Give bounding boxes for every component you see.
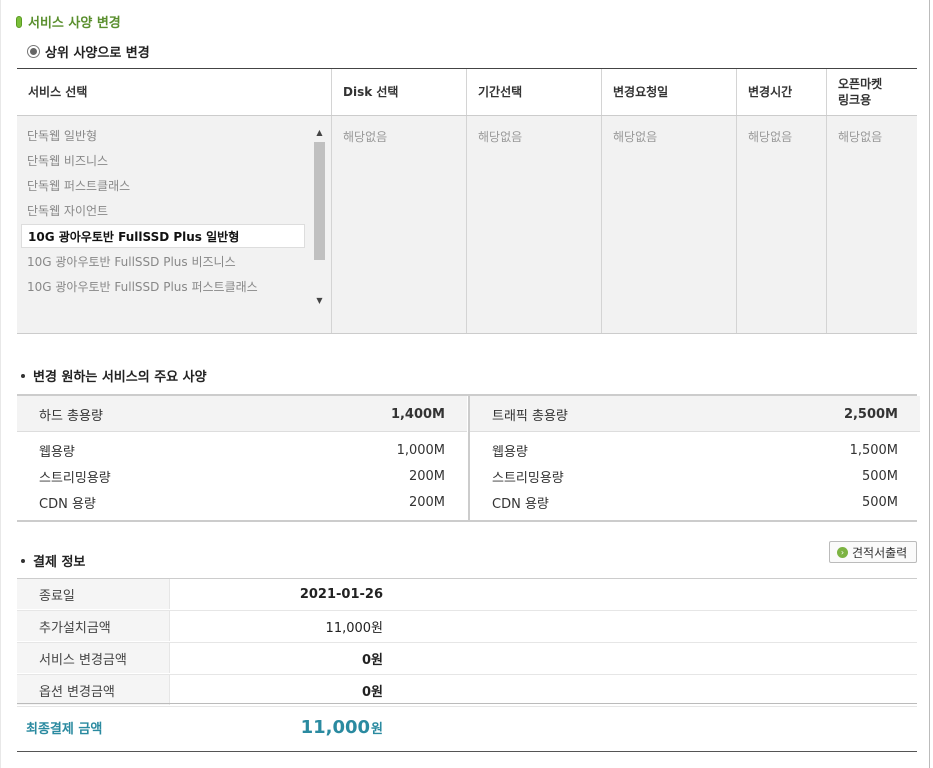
payment-value: 2021-01-26 <box>299 586 383 602</box>
scroll-up-icon[interactable]: ▲ <box>313 126 326 138</box>
period-column: 해당없음 <box>466 116 602 333</box>
final-payment-label: 최종결제 금액 <box>26 722 103 737</box>
print-estimate-label: 견적서출력 <box>852 545 908 560</box>
final-payment-amount: 11,000 원 <box>171 704 383 751</box>
payment-label: 추가설치금액 <box>17 611 170 641</box>
spec-label: 스트리밍용량 <box>492 470 564 486</box>
payment-table: 종료일 2021-01-26 추가설치금액 11,000원 서비스 변경금액 0… <box>17 578 917 707</box>
service-option[interactable]: 단독웹 일반형 <box>21 123 305 147</box>
spec-label: 스트리밍용량 <box>39 470 111 486</box>
service-option[interactable]: 10G 광아우토반 FullSSD Plus 퍼스트클래스 <box>21 274 305 298</box>
header-period-select: 기간선택 <box>466 69 601 115</box>
disk-spec-row: 웹용량 1,000M <box>17 438 467 462</box>
service-table-body: 단독웹 일반형 단독웹 비즈니스 단독웹 퍼스트클래스 단독웹 자이언트 10G… <box>17 116 917 334</box>
header-service-select: 서비스 선택 <box>28 85 88 99</box>
frame-left-border <box>0 0 1 768</box>
spec-value: 500M <box>861 494 898 510</box>
traffic-spec-row: CDN 용량 500M <box>470 490 920 514</box>
upgrade-radio-option[interactable]: 상위 사양으로 변경 <box>27 42 150 61</box>
section-title: 서비스 사양 변경 <box>16 12 121 31</box>
service-option[interactable]: 10G 광아우토반 FullSSD Plus 비즈니스 <box>21 249 305 273</box>
service-table-header: 서비스 선택 Disk 선택 기간선택 변경요청일 변경시간 오픈마켓 링크용 <box>17 69 917 116</box>
service-option-selected[interactable]: 10G 광아우토반 FullSSD Plus 일반형 <box>21 224 305 248</box>
disk-spec-panel: 하드 총용량 1,400M 웹용량 1,000M 스트리밍용량 200M CDN… <box>17 396 467 520</box>
spec-section-title-text: 변경 원하는 서비스의 주요 사양 <box>33 370 207 385</box>
final-amount-unit: 원 <box>371 722 383 737</box>
section-marker-icon <box>16 15 22 28</box>
payment-row-end-date: 종료일 2021-01-26 <box>17 579 917 611</box>
spec-label: CDN 용량 <box>39 496 96 512</box>
openmarket-column: 해당없음 <box>826 116 918 333</box>
payment-row-service-change: 서비스 변경금액 0원 <box>17 643 917 675</box>
service-listbox[interactable]: 단독웹 일반형 단독웹 비즈니스 단독웹 퍼스트클래스 단독웹 자이언트 10G… <box>17 116 331 333</box>
payment-label: 종료일 <box>17 579 170 609</box>
service-list-scrollbar[interactable]: ▲ ▼ <box>313 126 326 306</box>
service-option[interactable]: 단독웹 자이언트 <box>21 198 305 222</box>
change-time-na-text: 해당없음 <box>748 130 793 144</box>
print-estimate-button[interactable]: › 견적서출력 <box>829 541 917 563</box>
payment-value: 0원 <box>361 684 383 700</box>
spec-value: 1,500M <box>849 442 898 458</box>
spec-label: 웹용량 <box>39 444 75 460</box>
payment-row-install-fee: 추가설치금액 11,000원 <box>17 611 917 643</box>
service-table: 서비스 선택 Disk 선택 기간선택 변경요청일 변경시간 오픈마켓 링크용 … <box>17 68 917 334</box>
header-disk-select: Disk 선택 <box>331 69 466 115</box>
traffic-total-value: 2,500M <box>843 406 898 422</box>
section-title-text: 서비스 사양 변경 <box>28 16 121 31</box>
payment-value: 0원 <box>361 652 383 668</box>
spec-value: 500M <box>861 468 898 484</box>
period-na-text: 해당없음 <box>478 130 523 144</box>
request-date-column: 해당없음 <box>601 116 737 333</box>
final-amount-number: 11,000 <box>300 717 371 738</box>
payment-section-title-text: 결제 정보 <box>33 555 86 570</box>
traffic-spec-row: 웹용량 1,500M <box>470 438 920 462</box>
disk-total-label: 하드 총용량 <box>39 408 103 424</box>
spec-value: 200M <box>408 468 445 484</box>
payment-value: 11,000원 <box>325 620 383 636</box>
spec-label: CDN 용량 <box>492 496 549 512</box>
payment-label: 서비스 변경금액 <box>17 643 170 673</box>
service-option[interactable]: 단독웹 퍼스트클래스 <box>21 173 305 197</box>
final-payment-row: 최종결제 금액 11,000 원 <box>17 703 917 752</box>
header-request-date: 변경요청일 <box>601 69 736 115</box>
traffic-total-label: 트래픽 총용량 <box>492 408 568 424</box>
request-date-na-text: 해당없음 <box>613 130 658 144</box>
service-option[interactable]: 단독웹 비즈니스 <box>21 148 305 172</box>
scroll-down-icon[interactable]: ▼ <box>313 294 326 306</box>
spec-label: 웹용량 <box>492 444 528 460</box>
payment-label: 옵션 변경금액 <box>17 675 170 705</box>
bullet-icon <box>21 373 25 378</box>
traffic-total-row: 트래픽 총용량 2,500M <box>470 402 920 426</box>
traffic-spec-header: 트래픽 총용량 2,500M <box>470 396 920 432</box>
radio-selected-icon[interactable] <box>27 45 40 58</box>
spec-value: 200M <box>408 494 445 510</box>
frame-right-border <box>929 0 930 768</box>
spec-table: 하드 총용량 1,400M 웹용량 1,000M 스트리밍용량 200M CDN… <box>17 394 920 522</box>
openmarket-na-text: 해당없음 <box>838 130 883 144</box>
bullet-icon <box>21 558 25 563</box>
disk-total-value: 1,400M <box>390 406 445 422</box>
arrow-right-circle-icon: › <box>837 546 848 558</box>
disk-spec-header: 하드 총용량 1,400M <box>17 396 467 432</box>
spec-value: 1,000M <box>396 442 445 458</box>
header-change-time: 변경시간 <box>736 69 826 115</box>
disk-spec-row: CDN 용량 200M <box>17 490 467 514</box>
upgrade-radio-label: 상위 사양으로 변경 <box>45 46 150 61</box>
spec-section-title: 변경 원하는 서비스의 주요 사양 <box>21 366 207 385</box>
traffic-spec-row: 스트리밍용량 500M <box>470 464 920 488</box>
scroll-thumb[interactable] <box>314 142 325 260</box>
disk-total-row: 하드 총용량 1,400M <box>17 402 467 426</box>
header-openmarket-link: 오픈마켓 링크용 <box>826 69 917 115</box>
disk-column: 해당없음 <box>331 116 467 333</box>
disk-spec-row: 스트리밍용량 200M <box>17 464 467 488</box>
change-time-column: 해당없음 <box>736 116 827 333</box>
traffic-spec-panel: 트래픽 총용량 2,500M 웹용량 1,500M 스트리밍용량 500M CD… <box>468 396 920 520</box>
disk-na-text: 해당없음 <box>343 130 388 144</box>
payment-section-title: 결제 정보 <box>21 551 85 570</box>
